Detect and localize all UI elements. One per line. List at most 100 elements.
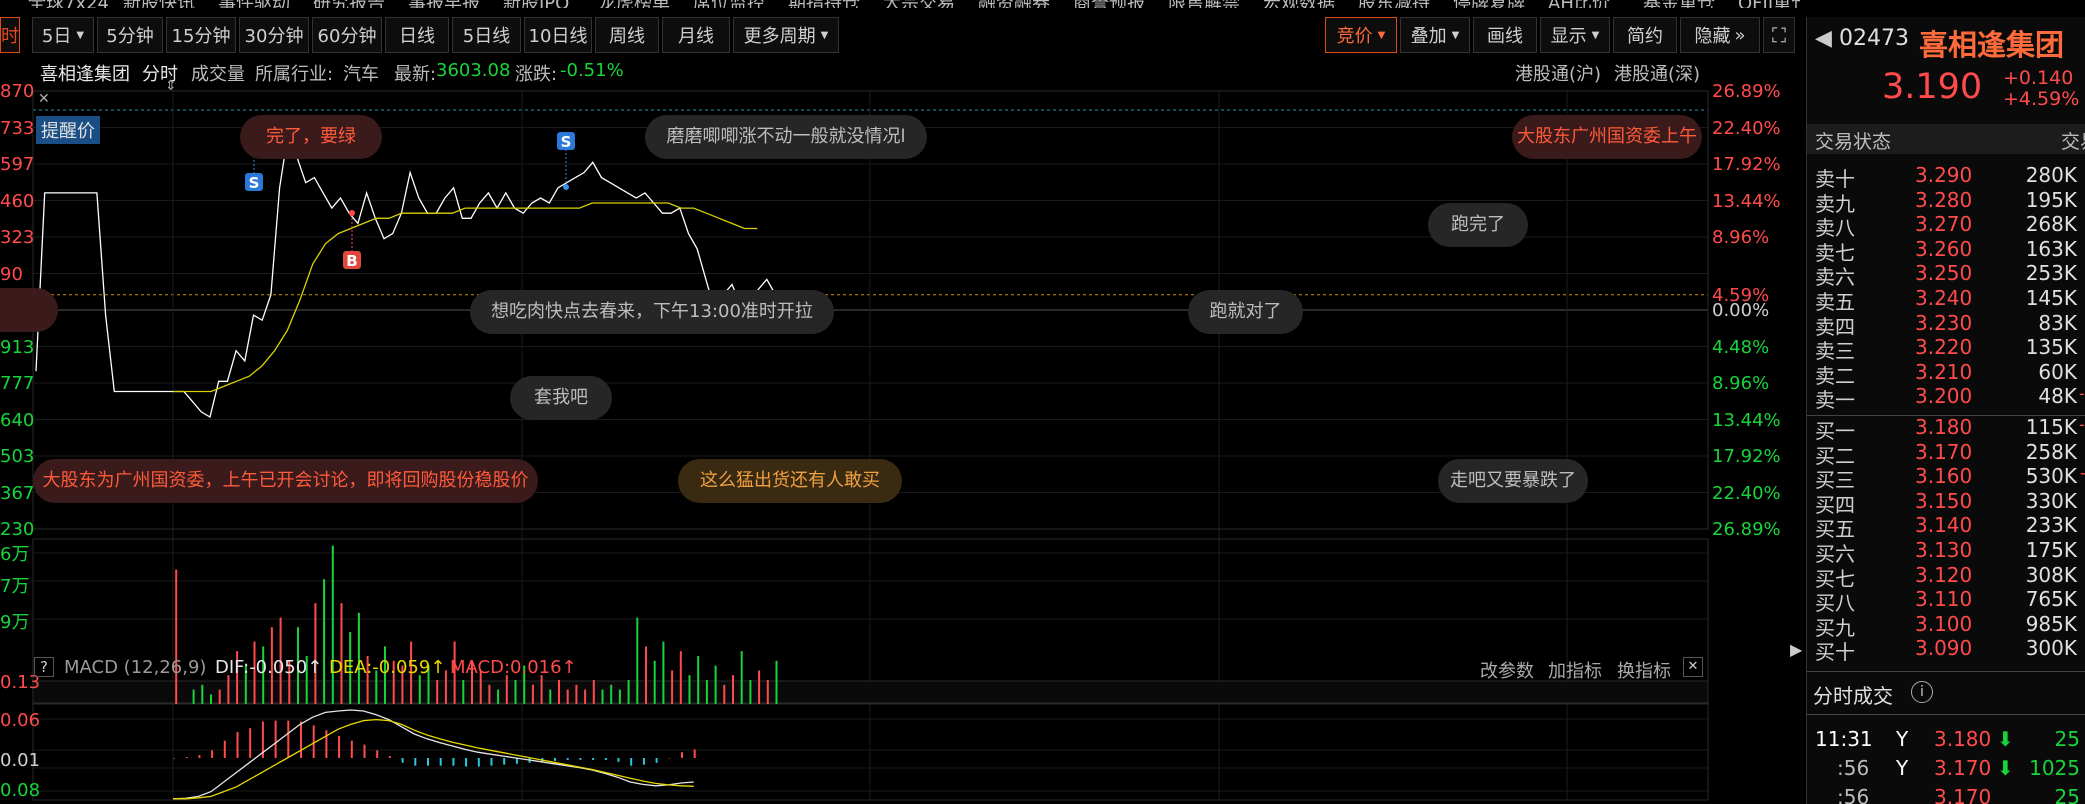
top-menu-item[interactable]: 新股IPO <box>503 0 569 8</box>
top-menu-item[interactable]: 研究报告 <box>313 0 385 8</box>
more-periods-dropdown[interactable]: 更多周期 ▼ <box>733 17 839 53</box>
switch-indicator-button[interactable]: 换指标 <box>1617 657 1671 683</box>
ask-row[interactable]: 卖三 3.220 135K <box>1807 335 2085 363</box>
macd-histogram-bar <box>236 732 239 758</box>
ask-row[interactable]: 卖七 3.260 163K <box>1807 236 2085 265</box>
back-arrow-icon[interactable]: ◀ <box>1815 26 1832 51</box>
simple-mode-button[interactable]: 简约 <box>1613 17 1677 53</box>
top-menu-item[interactable]: 期指持仓 <box>788 0 860 8</box>
top-menu-item[interactable]: 全球7x24 <box>28 0 109 8</box>
top-menu-item[interactable]: 宏观数据 <box>1263 0 1335 8</box>
pct-axis-label: 13.44% <box>1712 190 1781 212</box>
comment-bubble[interactable]: 磨磨唧唧涨不动一般就没情况l <box>645 115 927 159</box>
bid-row[interactable]: 买九 3.100 985K <box>1807 612 2085 640</box>
macd-histogram-bar <box>604 758 607 760</box>
ask-row[interactable]: 卖五 3.240 145K <box>1807 286 2085 314</box>
industry-value[interactable]: 汽车 <box>343 60 379 86</box>
comment-bubble[interactable]: 跑完了 <box>1428 203 1528 247</box>
volume-bar <box>210 694 212 704</box>
bid-row[interactable]: 买三3.160530K+10 <box>1807 464 2085 492</box>
top-menu-item[interactable]: 基金重仓 <box>1643 0 1715 8</box>
book-volume: 253K <box>2025 261 2077 286</box>
top-menu-item[interactable]: 事件驱动 <box>218 0 290 8</box>
info-icon[interactable]: i <box>1911 681 1933 703</box>
period-30min[interactable]: 30分钟 <box>239 17 309 53</box>
comment-bubble[interactable]: 想吃肉快点去春来，下午13:00准时开拉 <box>470 290 834 334</box>
fullscreen-icon[interactable]: ⛶ <box>1763 17 1795 53</box>
help-icon[interactable]: ? <box>34 657 54 677</box>
top-menu-item[interactable]: 股东减持 <box>1358 0 1430 8</box>
auction-button[interactable]: 竞价 ▼ <box>1325 17 1397 53</box>
bid-row[interactable]: 买六 3.130 175K <box>1807 538 2085 566</box>
comment-bubble[interactable]: 套我吧 <box>510 376 612 420</box>
edit-params-button[interactable]: 改参数 <box>1480 657 1534 683</box>
price-axis-label: 640 <box>0 409 35 431</box>
comment-bubble[interactable]: 跑就对了 <box>1188 290 1303 334</box>
overlay-label: 叠加 <box>1410 26 1447 47</box>
bid-row[interactable]: 买一3.180115K-5 <box>1807 415 2085 443</box>
hide-button[interactable]: 隐藏» <box>1680 17 1760 53</box>
chart-canvas[interactable]: S S B <box>0 53 1800 804</box>
bid-row[interactable]: 买五 3.140 233K <box>1807 513 2085 541</box>
bid-row[interactable]: 买十 3.090 300K <box>1807 636 2085 664</box>
ask-row[interactable]: 卖八 3.270 268K <box>1807 212 2085 240</box>
top-menu-item[interactable]: 龙虎榜单 <box>598 0 670 8</box>
top-menu-item[interactable]: 大宗交易 <box>883 0 955 8</box>
top-menu-item[interactable]: 停牌复牌 <box>1453 0 1525 8</box>
bid-row[interactable]: 买八 3.110 765K <box>1807 587 2085 615</box>
book-volume: 60K <box>2038 359 2077 384</box>
comment-bubble[interactable]: 大股东为广州国资委，上午已开会讨论，即将回购股份稳股价 <box>33 459 538 503</box>
top-menu-item[interactable]: AH比价 <box>1548 0 1610 8</box>
comment-bubble[interactable]: 完了，要绿 <box>240 115 382 159</box>
panel-collapse-handle[interactable]: ▶ <box>1790 640 1806 680</box>
book-volume: 268K <box>2025 212 2077 237</box>
volume-bar <box>592 680 595 704</box>
period-5daily[interactable]: 5日线 <box>452 17 521 53</box>
close-indicator-icon[interactable]: ✕ <box>1683 657 1703 677</box>
ask-row[interactable]: 卖二 3.210 60K <box>1807 359 2085 388</box>
price-change: +0.140 <box>2003 67 2074 89</box>
top-menu-item[interactable]: 事报早报 <box>408 0 480 8</box>
comment-bubble-edge[interactable] <box>0 288 58 332</box>
comment-bubble[interactable]: 大股东广州国资委上午 <box>1512 115 1702 159</box>
period-5day-dropdown[interactable]: 5日 ▼ <box>32 17 94 53</box>
period-weekly[interactable]: 周线 <box>595 17 659 53</box>
top-menu-item[interactable]: QFII重仓 <box>1738 0 1800 8</box>
top-menu-item[interactable]: 席位监控 <box>693 0 765 8</box>
more-periods-label: 更多周期 <box>743 26 816 47</box>
ask-row[interactable]: 卖一 3.200 48K-22 <box>1807 384 2085 412</box>
top-menu-item[interactable]: 限售解禁 <box>1168 0 1240 8</box>
add-indicator-button[interactable]: 加指标 <box>1548 657 1602 683</box>
bid-row[interactable]: 买二 3.170 258K <box>1807 440 2085 468</box>
comment-bubble[interactable]: 走吧又要暴跌了 <box>1438 459 1588 503</box>
period-60min[interactable]: 60分钟 <box>312 17 382 53</box>
display-button[interactable]: 显示 ▼ <box>1540 17 1610 53</box>
ask-row[interactable]: 卖四 3.230 83K <box>1807 311 2085 339</box>
period-daily[interactable]: 日线 <box>385 17 449 53</box>
top-menu-item[interactable]: 融资融券 <box>978 0 1050 8</box>
top-menu-item[interactable]: 新股快讯 <box>123 0 195 8</box>
ask-row[interactable]: 卖十 3.290 280K <box>1807 163 2085 191</box>
book-volume: 115K <box>2025 415 2077 439</box>
period-10daily[interactable]: 10日线 <box>524 17 592 53</box>
period-15min[interactable]: 15分钟 <box>166 17 236 53</box>
draw-line-button[interactable]: 画线 <box>1473 17 1537 53</box>
comment-bubble[interactable]: 这么猛出货还有人敢买 <box>678 459 902 503</box>
hk-connect-sh[interactable]: 港股通(沪) <box>1515 60 1601 86</box>
tick-trade-row: :56 Y 3.170 ⬇ 1025 <box>1807 756 2085 784</box>
overlay-button[interactable]: 叠加 ▼ <box>1400 17 1470 53</box>
price-axis-label: 90 <box>0 263 23 285</box>
ask-row[interactable]: 卖六 3.250 253K <box>1807 261 2085 289</box>
close-icon[interactable]: ✕ <box>38 91 50 107</box>
hk-connect-sz[interactable]: 港股通(深) <box>1614 60 1700 86</box>
period-monthly[interactable]: 月线 <box>662 17 730 53</box>
ask-row[interactable]: 卖九 3.280 195K <box>1807 188 2085 216</box>
tab-intraday[interactable]: 时 <box>0 17 20 53</box>
book-volume: 163K <box>2025 236 2077 261</box>
top-menu-item[interactable]: 商誉预报 <box>1073 0 1145 8</box>
bid-row[interactable]: 买四 3.150 330K <box>1807 489 2085 517</box>
bid-row[interactable]: 买七 3.120 308K <box>1807 563 2085 591</box>
reminder-price-tag[interactable]: 提醒价 <box>36 116 100 144</box>
book-price: 3.270 <box>1915 212 1973 237</box>
period-5min[interactable]: 5分钟 <box>97 17 163 53</box>
